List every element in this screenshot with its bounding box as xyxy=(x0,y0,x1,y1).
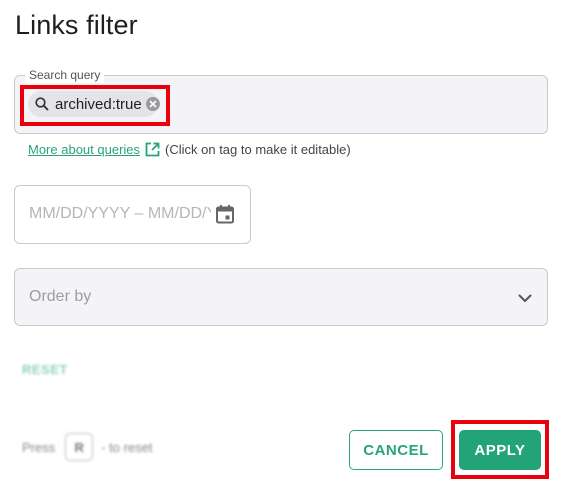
date-range-field[interactable]: MM/DD/YYYY – MM/DD/YYYY xyxy=(14,185,251,244)
calendar-icon[interactable] xyxy=(214,203,236,225)
dialog-title: Links filter xyxy=(15,10,138,40)
query-tag-chip[interactable]: archived:true xyxy=(28,91,160,117)
hint-prefix: Press xyxy=(22,439,56,455)
more-about-queries-link[interactable]: More about queries xyxy=(28,142,140,157)
links-filter-dialog: Links filter Search query archived:true … xyxy=(0,0,575,495)
query-tag-label: archived:true xyxy=(55,95,142,113)
search-helper-text: More about queries (Click on tag to make… xyxy=(28,141,351,158)
date-range-placeholder: MM/DD/YYYY – MM/DD/YYYY xyxy=(29,205,211,222)
order-by-select[interactable]: Order by xyxy=(14,268,548,326)
order-by-placeholder: Order by xyxy=(29,288,92,305)
reset-shortcut-hint: Press R - to reset xyxy=(22,433,153,461)
search-query-field[interactable]: Search query archived:true xyxy=(14,67,548,134)
cancel-button[interactable]: CANCEL xyxy=(349,430,443,470)
external-link-icon[interactable] xyxy=(144,141,161,158)
search-query-label: Search query xyxy=(25,67,105,83)
hint-suffix: - to reset xyxy=(101,439,153,455)
apply-button[interactable]: APPLY xyxy=(459,430,541,470)
reset-button[interactable]: RESET xyxy=(22,362,68,377)
reset-key-cap: R xyxy=(65,433,94,461)
chevron-down-icon xyxy=(517,290,533,306)
close-icon[interactable] xyxy=(145,97,160,111)
search-icon xyxy=(34,96,50,112)
helper-note: (Click on tag to make it editable) xyxy=(165,142,351,157)
